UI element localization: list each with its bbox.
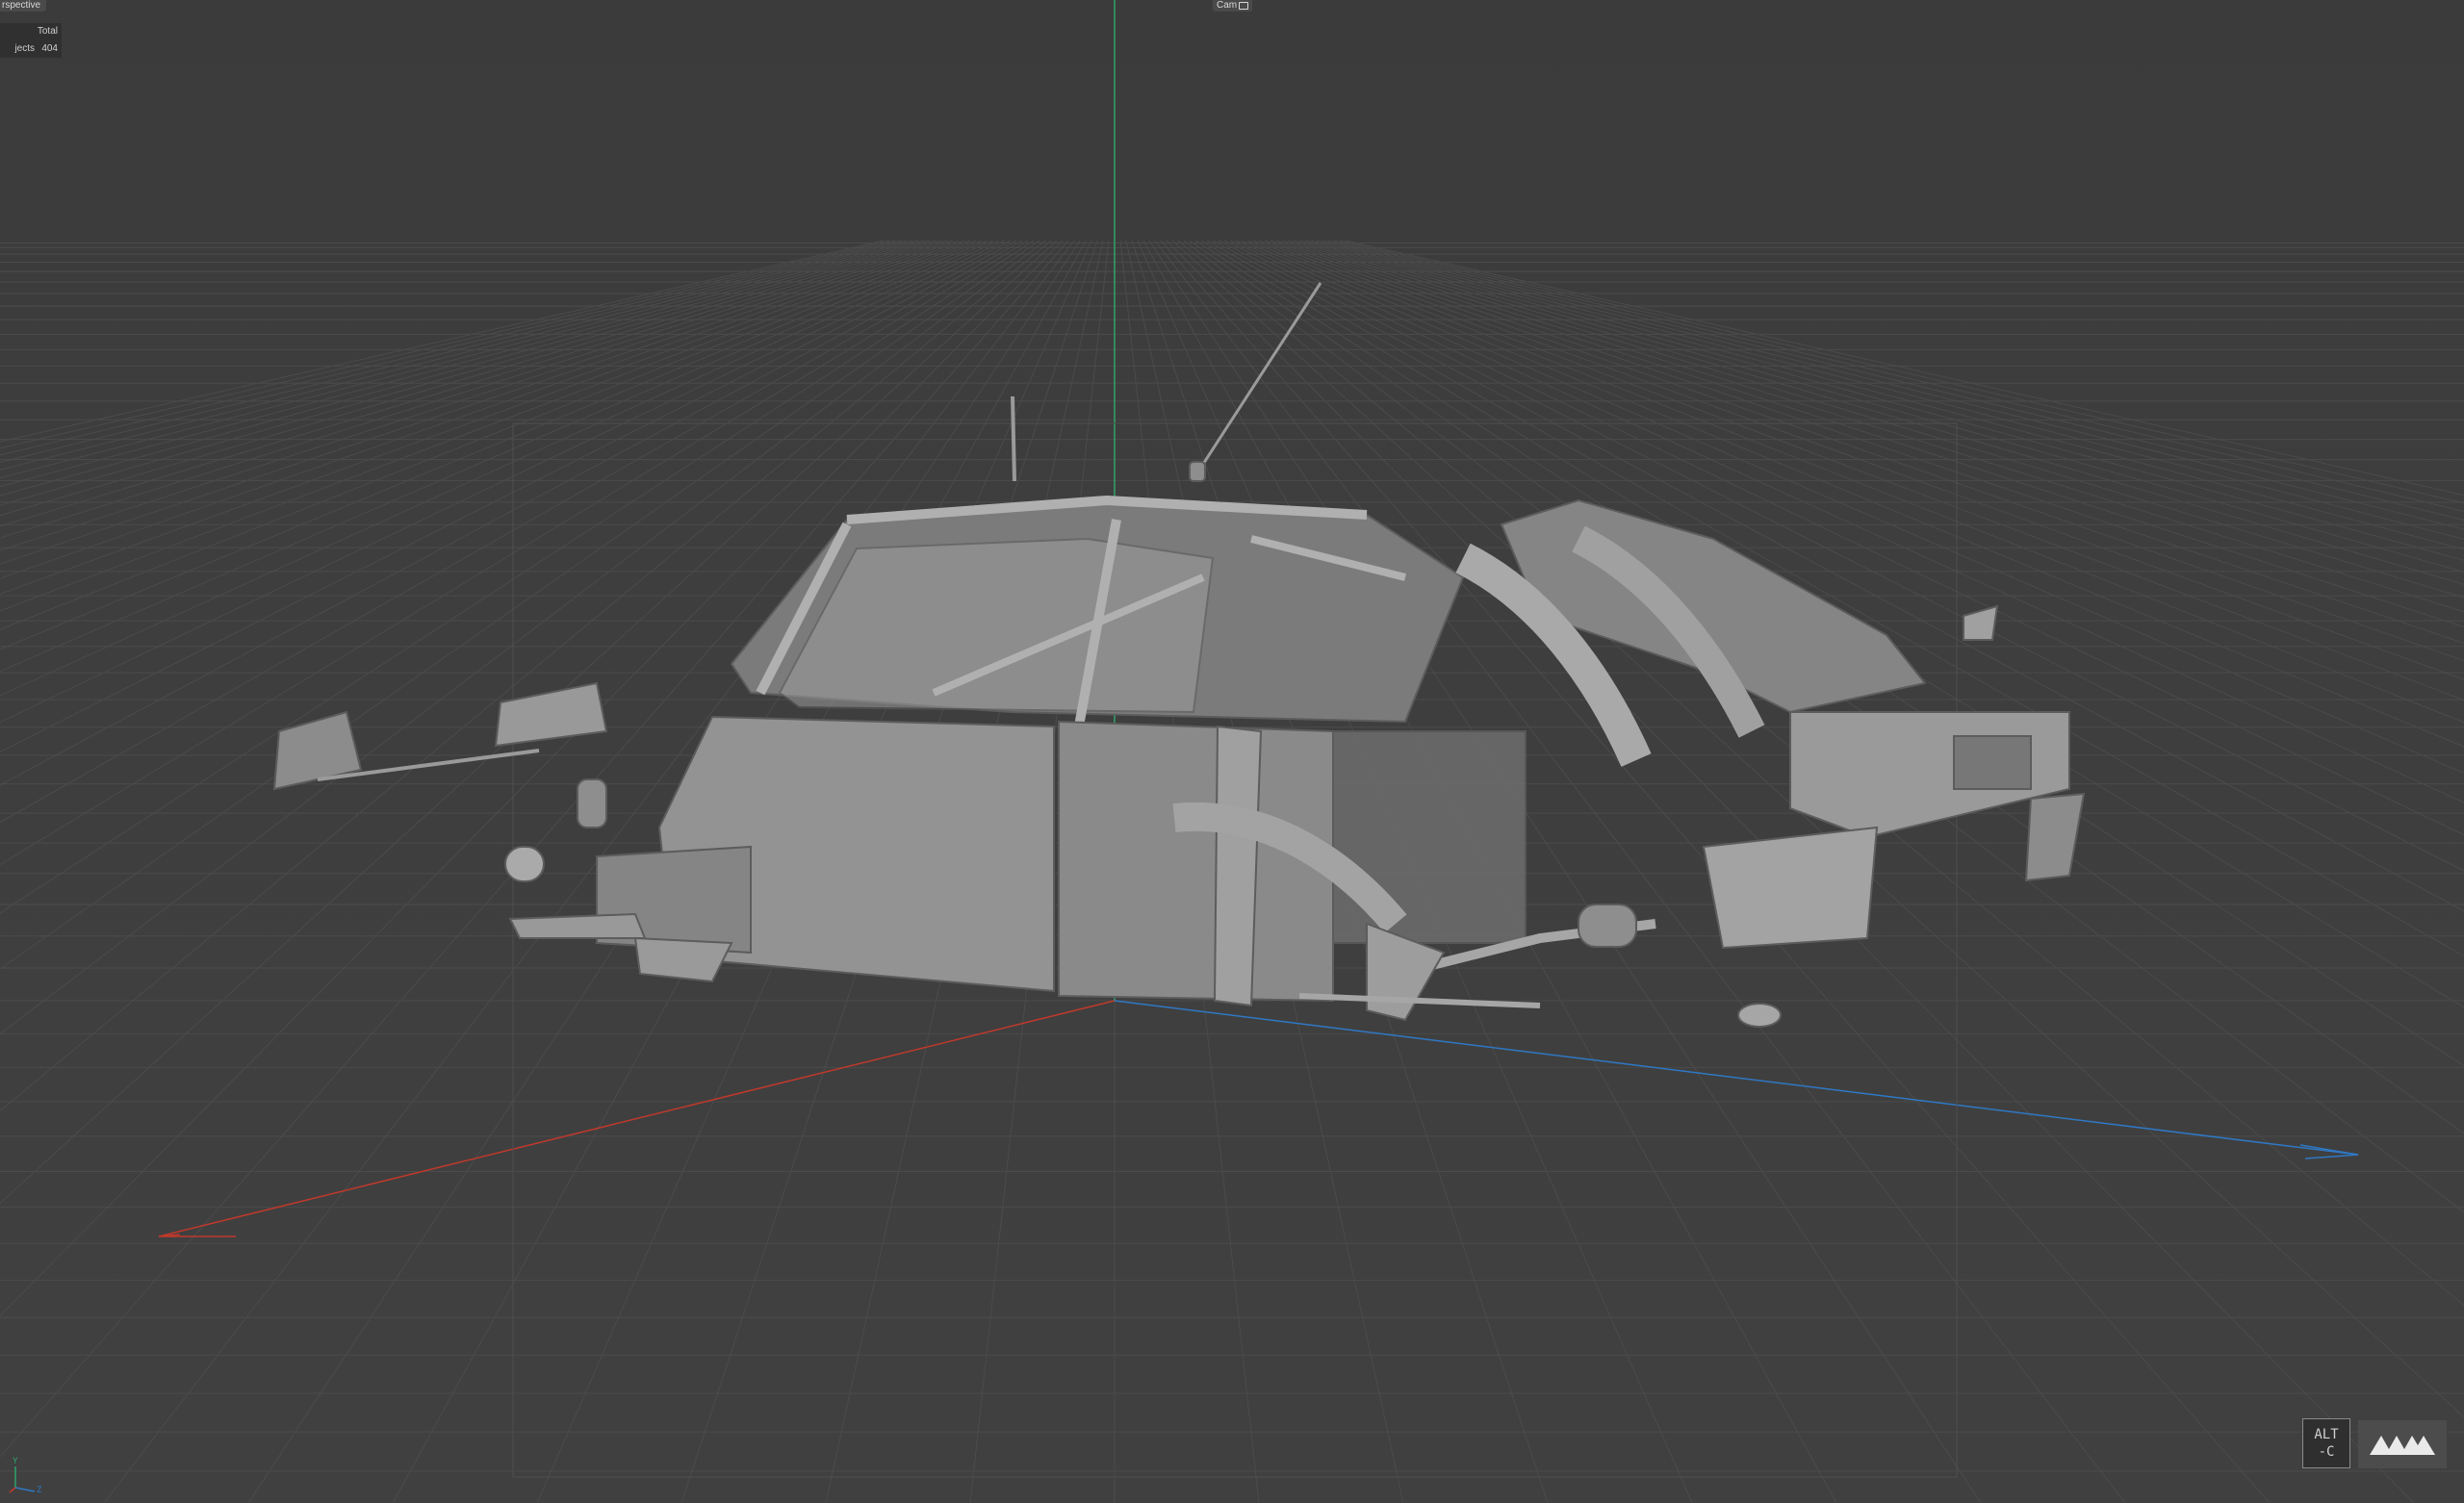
axis-y-letter: Y xyxy=(13,1457,18,1466)
x-axis-line xyxy=(158,1000,1116,1237)
scene-canvas[interactable] xyxy=(0,0,2464,1503)
camera-selector[interactable]: Cam xyxy=(1213,0,1253,12)
hud-label: jects xyxy=(14,43,35,54)
shortcut-badge: ALT -C xyxy=(2302,1418,2350,1468)
3d-viewport[interactable]: rspective Total jects 404 Cam Y Z ALT -C xyxy=(0,0,2464,1503)
viewport-mode-label[interactable]: rspective xyxy=(0,0,47,12)
hud-stats-panel: Total jects 404 xyxy=(0,23,62,58)
axis-z-letter: Z xyxy=(37,1486,42,1495)
hud-row-objects: jects 404 xyxy=(0,40,62,58)
logo-mark-icon xyxy=(2370,1436,2435,1455)
hud-header-total: Total xyxy=(37,26,58,37)
shortcut-line1: ALT xyxy=(2314,1427,2339,1442)
camera-icon xyxy=(1239,2,1249,10)
maxon-logo-icon xyxy=(2358,1420,2447,1468)
axis-orientation-widget: Y Z xyxy=(6,1457,44,1495)
car-model xyxy=(272,282,2086,1028)
x-axis-arrow xyxy=(158,1234,236,1237)
hud-value: 404 xyxy=(41,43,58,54)
camera-label-text: Cam xyxy=(1217,0,1238,11)
shortcut-line2: -C xyxy=(2318,1444,2335,1460)
